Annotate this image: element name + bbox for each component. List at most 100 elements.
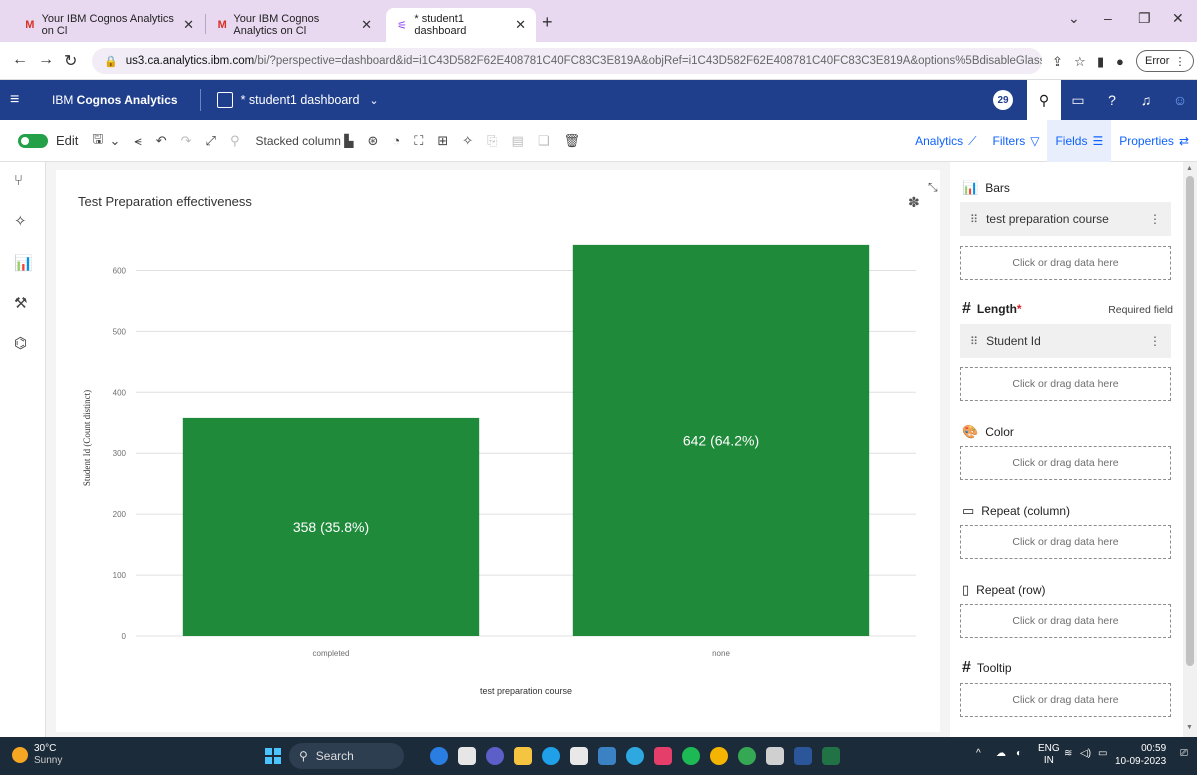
palette-icon[interactable]: ⊛ xyxy=(367,133,378,149)
link-icon[interactable]: ⚲ xyxy=(230,133,240,149)
repeat-column-dropzone[interactable]: Click or drag data here xyxy=(960,525,1171,559)
paste-icon[interactable]: ▤ xyxy=(512,133,524,149)
notification-count-badge[interactable]: 29 xyxy=(993,90,1013,110)
chat-icon[interactable]: ▭ xyxy=(1061,80,1095,120)
star-icon[interactable]: ☆ xyxy=(1074,54,1086,70)
save-chevron-icon[interactable]: ⌄ xyxy=(109,133,120,149)
hash-icon: # xyxy=(962,300,971,317)
onedrive-icon[interactable]: ◐ xyxy=(1016,748,1022,759)
volume-icon[interactable]: ◁) xyxy=(1080,748,1091,759)
app-icon[interactable] xyxy=(626,747,644,765)
close-icon[interactable]: ✕ xyxy=(175,17,194,33)
undo-icon[interactable]: ↶ xyxy=(156,133,167,149)
notification-center-icon[interactable]: ⎚ xyxy=(1180,748,1188,759)
search-icon[interactable]: ⚲ xyxy=(1027,80,1061,120)
bars-field-pill[interactable]: ⠿ test preparation course ⋮ xyxy=(960,202,1171,236)
reload-icon[interactable]: ↻ xyxy=(64,51,77,71)
chart-type-selector[interactable]: Stacked column ▙ xyxy=(255,134,353,148)
file-explorer-icon[interactable] xyxy=(514,747,532,765)
repeat-row-dropzone[interactable]: Click or drag data here xyxy=(960,604,1171,638)
word-icon[interactable] xyxy=(794,747,812,765)
tray-overflow-icon[interactable]: ^ xyxy=(976,748,981,759)
share-icon[interactable]: ⇪ xyxy=(1052,54,1063,70)
battery-icon[interactable]: ▭ xyxy=(1098,748,1107,759)
share-icon[interactable]: ⪪ xyxy=(134,133,141,149)
chrome-icon[interactable] xyxy=(738,747,756,765)
tab-search-icon[interactable]: ⌄ xyxy=(1068,10,1080,27)
color-dropzone[interactable]: Click or drag data here xyxy=(960,446,1171,480)
restore-icon[interactable]: ❐ xyxy=(1138,10,1151,27)
teams-icon[interactable] xyxy=(486,747,504,765)
close-icon[interactable]: ✕ xyxy=(353,17,372,33)
clock[interactable]: 00:59 10-09-2023 xyxy=(1115,742,1166,768)
forward-icon[interactable]: → xyxy=(38,51,54,69)
bar-chart: 0 100 200 300 400 500 600 358 (35.8%) completed 6… xyxy=(82,244,916,696)
error-button[interactable]: Error ⋮ xyxy=(1136,50,1195,72)
cloud-icon[interactable]: ☁ xyxy=(996,748,1006,759)
browser-tab-3[interactable]: ⚟ * student1 dashboard ✕ xyxy=(386,8,536,42)
dashboard-name[interactable]: * student1 dashboard xyxy=(241,93,360,107)
new-tab-icon[interactable]: + xyxy=(542,12,553,33)
tab-analytics[interactable]: Analytics ⟋ xyxy=(907,120,984,162)
sources-icon[interactable]: ⑂ xyxy=(14,172,23,189)
select-area-icon[interactable]: ⛶ xyxy=(414,133,423,149)
chart-widget[interactable]: Test Preparation effectiveness ⤡ ✽ 0 100 2… xyxy=(56,170,940,732)
wifi-icon[interactable]: ≋ xyxy=(1064,748,1072,759)
custom-visuals-icon[interactable]: ⌬ xyxy=(14,334,27,352)
bar-data-label: 642 (64.2%) xyxy=(683,432,759,448)
edit-toggle[interactable] xyxy=(18,133,48,148)
pin-icon[interactable]: ✧ xyxy=(14,212,27,230)
app-icon[interactable] xyxy=(766,747,784,765)
mcafee-icon[interactable] xyxy=(654,747,672,765)
table-icon[interactable]: ⊞ xyxy=(437,133,448,149)
expand-icon[interactable]: ⤢ xyxy=(206,133,216,149)
length-dropzone[interactable]: Click or drag data here xyxy=(960,367,1171,401)
panel-scrollbar[interactable]: ▲ ▼ xyxy=(1183,162,1197,737)
delete-icon[interactable]: 🗑 xyxy=(564,133,581,149)
copy-icon[interactable]: ⎘ xyxy=(487,133,497,149)
tab-filters[interactable]: Filters ▽ xyxy=(985,120,1048,162)
windows-start-icon[interactable] xyxy=(265,748,281,764)
duplicate-icon[interactable]: ❏ xyxy=(538,133,550,149)
chrome-icon[interactable] xyxy=(710,747,728,765)
tab-properties[interactable]: Properties ⇄ xyxy=(1111,120,1197,162)
widgets-icon[interactable]: ⚒ xyxy=(14,294,27,312)
language-indicator[interactable]: ENG IN xyxy=(1038,743,1060,767)
browser-tab-2[interactable]: M Your IBM Cognos Analytics on Cl ✕ xyxy=(207,8,382,42)
tooltip-dropzone[interactable]: Click or drag data here xyxy=(960,683,1171,717)
spotify-icon[interactable] xyxy=(682,747,700,765)
pin-icon[interactable]: ✧ xyxy=(462,133,473,149)
weather-widget[interactable]: 30°C Sunny xyxy=(12,743,62,767)
close-icon[interactable]: ✕ xyxy=(507,17,526,33)
drill-icon[interactable]: ◔ xyxy=(392,133,400,148)
chevron-down-icon[interactable]: ⌄ xyxy=(369,94,378,107)
app-icon[interactable] xyxy=(598,747,616,765)
tab-fields[interactable]: Fields ☰ xyxy=(1047,120,1112,162)
back-icon[interactable]: ← xyxy=(12,51,28,69)
save-icon[interactable]: 🖫 xyxy=(92,130,103,152)
visualizations-icon[interactable]: 📊 xyxy=(14,254,33,272)
help-icon[interactable]: ? xyxy=(1095,80,1129,120)
excel-icon[interactable] xyxy=(822,747,840,765)
gmail-icon: M xyxy=(217,19,227,31)
profile-avatar-icon[interactable]: ● xyxy=(1116,54,1124,69)
scrollbar-thumb[interactable] xyxy=(1186,176,1194,666)
minimize-icon[interactable]: – xyxy=(1104,10,1112,26)
drag-handle-icon: ⠿ xyxy=(970,213,979,226)
store-icon[interactable] xyxy=(570,747,588,765)
drag-handle-icon: ⠿ xyxy=(970,335,979,348)
task-view-icon[interactable] xyxy=(458,747,476,765)
notifications-bell-icon[interactable]: ♫ xyxy=(1129,80,1163,120)
window-close-icon[interactable]: ✕ xyxy=(1172,10,1184,27)
browser-tab-1[interactable]: M Your IBM Cognos Analytics on Cl ✕ xyxy=(14,8,204,42)
sidepanel-icon[interactable]: ▮ xyxy=(1097,54,1104,70)
hamburger-menu-icon[interactable]: ≡ xyxy=(10,91,32,109)
bing-icon[interactable] xyxy=(430,747,448,765)
bars-dropzone[interactable]: Click or drag data here xyxy=(960,246,1171,280)
taskbar-search[interactable]: ⚲ Search xyxy=(289,743,404,769)
url-field[interactable]: 🔒 us3.ca.analytics.ibm.com /bi/?perspect… xyxy=(92,48,1042,74)
redo-icon[interactable]: ↷ xyxy=(181,133,192,149)
length-field-pill[interactable]: ⠿ Student Id ⋮ xyxy=(960,324,1171,358)
user-icon[interactable]: ☺ xyxy=(1163,80,1197,120)
edge-icon[interactable] xyxy=(542,747,560,765)
